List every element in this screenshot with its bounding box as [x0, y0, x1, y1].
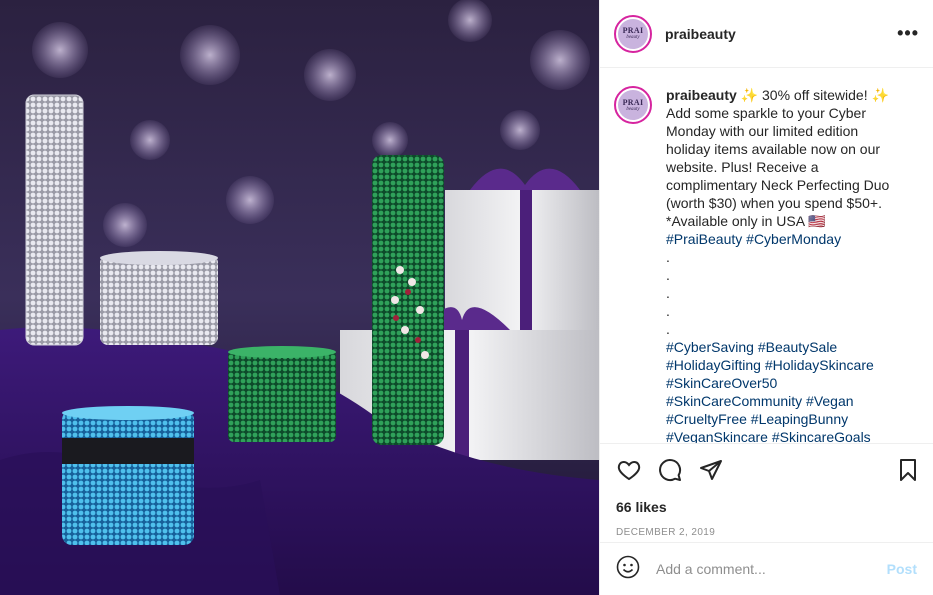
hashtag-line[interactable]: #CrueltyFree #LeapingBunny — [666, 410, 906, 428]
hashtags[interactable]: #CrueltyFree #LeapingBunny — [666, 411, 848, 427]
hashtag-line[interactable]: #SkinCareOver50 — [666, 374, 906, 392]
caption-line: . — [666, 320, 906, 338]
post-image[interactable] — [0, 0, 599, 595]
caption-text: website. Plus! Receive a — [666, 159, 819, 176]
caption-line: (worth $30) when you spend $50+. — [666, 194, 906, 212]
caption-text: . — [666, 303, 670, 320]
caption-line: website. Plus! Receive a — [666, 158, 906, 176]
hashtags[interactable]: #VeganSkincare #SkincareGoals — [666, 429, 871, 443]
caption-line: . — [666, 302, 906, 320]
caption-text: . — [666, 285, 670, 302]
caption-username[interactable]: praibeauty — [666, 87, 737, 103]
caption-line: . — [666, 248, 906, 266]
hashtags[interactable]: #PraiBeauty #CyberMonday — [666, 231, 841, 247]
avatar-logo-subtext: beauty — [626, 106, 640, 112]
post-date: DECEMBER 2, 2019 — [616, 526, 716, 538]
caption-text: . — [666, 321, 670, 338]
hashtags[interactable]: #SkinCareCommunity #Vegan — [666, 393, 854, 409]
post-caption: praibeauty ✨ 30% off sitewide! ✨ Add some… — [666, 86, 906, 443]
action-bar — [600, 444, 933, 497]
caption-text: holiday items available now on our — [666, 141, 881, 158]
bookmark-icon[interactable] — [895, 457, 921, 483]
caption-text: . — [666, 267, 670, 284]
more-options-icon[interactable]: ••• — [897, 23, 919, 44]
caption-line: *Available only in USA 🇺🇸 — [666, 212, 906, 230]
avatar-logo: PRAI beauty — [618, 18, 648, 49]
caption-text: complimentary Neck Perfecting Duo — [666, 177, 890, 194]
avatar-logo-text: PRAI — [622, 26, 644, 36]
caption-line: . — [666, 266, 906, 284]
caption-avatar[interactable]: PRAI beauty — [614, 86, 652, 125]
hashtags[interactable]: #CyberSaving #BeautySale — [666, 339, 837, 355]
post-photo — [0, 0, 599, 595]
avatar-logo-subtext: beauty — [626, 35, 640, 41]
hashtag-line[interactable]: #PraiBeauty #CyberMonday — [666, 230, 906, 248]
profile-avatar[interactable]: PRAI beauty — [614, 14, 652, 53]
comment-input[interactable] — [654, 560, 887, 579]
hashtag-line[interactable]: #SkinCareCommunity #Vegan — [666, 392, 906, 410]
post-sidebar: PRAI beauty praibeauty ••• PRAI beauty p… — [599, 0, 933, 595]
caption-line: holiday items available now on our — [666, 140, 906, 158]
caption-text: *Available only in USA 🇺🇸 — [666, 213, 826, 230]
share-icon[interactable] — [698, 457, 724, 483]
avatar-logo: PRAI beauty — [618, 90, 648, 121]
instagram-post: PRAI beauty praibeauty ••• PRAI beauty p… — [0, 0, 933, 595]
avatar-logo-text: PRAI — [622, 97, 644, 107]
caption-text: . — [666, 249, 670, 266]
hashtags[interactable]: #HolidayGifting #HolidaySkincare — [666, 357, 874, 373]
caption-text: (worth $30) when you spend $50+. — [666, 195, 882, 212]
hashtag-line[interactable]: #CyberSaving #BeautySale — [666, 338, 906, 356]
emoji-icon[interactable] — [616, 555, 640, 584]
caption-line: complimentary Neck Perfecting Duo — [666, 176, 906, 194]
comment-bar: Post — [600, 542, 933, 595]
caption-section: PRAI beauty praibeauty ✨ 30% off sitewid… — [600, 68, 933, 445]
header-username[interactable]: praibeauty — [665, 26, 736, 42]
caption-text: Add some sparkle to your Cyber — [666, 105, 866, 122]
post-comment-button[interactable]: Post — [887, 561, 917, 577]
caption-line: praibeauty ✨ 30% off sitewide! ✨ — [666, 86, 906, 104]
caption-line: Monday with our limited edition — [666, 122, 906, 140]
caption-text: ✨ 30% off sitewide! ✨ — [736, 87, 889, 104]
hashtag-line[interactable]: #VeganSkincare #SkincareGoals — [666, 428, 906, 443]
hashtag-line[interactable]: #HolidayGifting #HolidaySkincare — [666, 356, 906, 374]
heart-icon[interactable] — [616, 457, 642, 483]
caption-line: Add some sparkle to your Cyber — [666, 104, 906, 122]
caption-text: Monday with our limited edition — [666, 123, 859, 140]
caption-line: . — [666, 284, 906, 302]
hashtags[interactable]: #SkinCareOver50 — [666, 375, 777, 391]
comment-icon[interactable] — [657, 457, 683, 483]
like-count[interactable]: 66 likes — [600, 497, 933, 517]
post-header: PRAI beauty praibeauty ••• — [600, 0, 933, 69]
